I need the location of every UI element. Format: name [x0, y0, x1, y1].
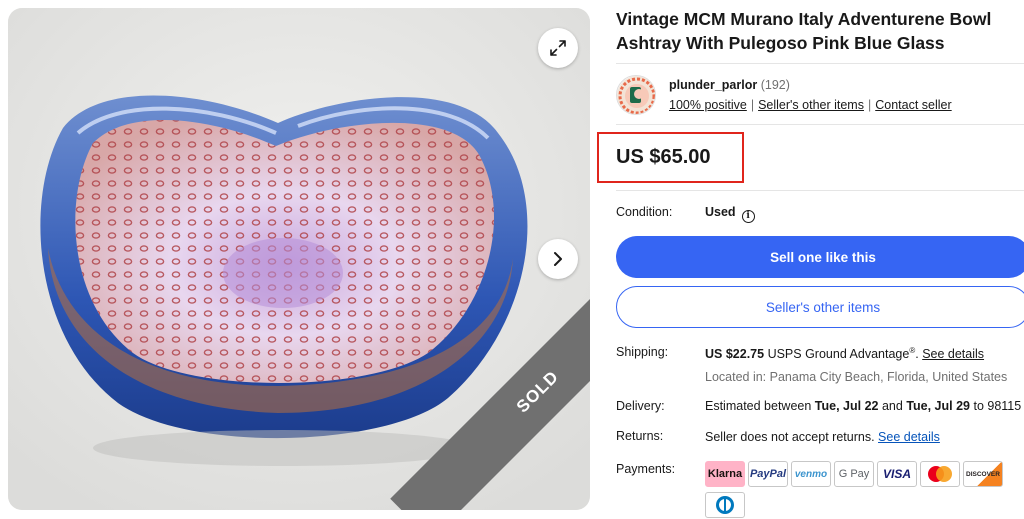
seller-other-items-link[interactable]: Seller's other items: [758, 98, 864, 112]
seller-name-line: plunder_parlor (192): [669, 78, 790, 92]
seller-feedback-count: (192): [760, 78, 790, 92]
klarna-icon: Klarna: [705, 461, 745, 487]
sell-one-like-this-button[interactable]: Sell one like this: [616, 236, 1024, 278]
condition-value-line: Used i: [705, 205, 755, 223]
item-details-panel: Vintage MCM Murano Italy Adventurene Bow…: [597, 0, 1024, 519]
contact-seller-link[interactable]: Contact seller: [875, 98, 951, 112]
delivery-and: and: [881, 399, 903, 413]
expand-icon: [550, 40, 566, 56]
paypal-icon: PayPal: [748, 461, 788, 487]
item-title: Vintage MCM Murano Italy Adventurene Bow…: [616, 9, 992, 53]
diners-club-icon: [705, 492, 745, 518]
shipping-service: USPS Ground Advantage: [767, 347, 910, 362]
returns-value-line: Seller does not accept returns. See deta…: [705, 430, 940, 444]
visa-icon: VISA: [877, 461, 917, 487]
delivery-prefix: Estimated between: [705, 399, 812, 413]
seller-links: 100% positive | Seller's other items | Conta…: [669, 98, 952, 112]
seller-avatar[interactable]: [616, 75, 656, 115]
chevron-right-icon: [554, 252, 562, 266]
condition-value: Used: [705, 205, 736, 219]
expand-button[interactable]: [538, 28, 578, 68]
delivery-start: Tue, Jul 22: [814, 399, 879, 413]
delivery-value-line: Estimated between Tue, Jul 22 and Tue, J…: [705, 399, 1024, 417]
image-gallery[interactable]: SOLD: [8, 8, 590, 510]
venmo-icon: venmo: [791, 461, 831, 487]
diners-club-logo: [716, 496, 734, 514]
next-image-button[interactable]: [538, 239, 578, 279]
seller-name[interactable]: plunder_parlor: [669, 78, 757, 92]
info-icon[interactable]: i: [741, 209, 755, 223]
google-pay-icon: G Pay: [834, 461, 874, 487]
payments-label: Payments:: [616, 462, 676, 476]
seller-avatar-image: [617, 76, 655, 114]
delivery-label: Delivery:: [616, 399, 665, 413]
shipping-label: Shipping:: [616, 345, 669, 359]
shipping-cost: US $22.75: [705, 347, 765, 362]
divider: [616, 124, 1024, 125]
divider: [616, 190, 1024, 191]
seller-positive-link[interactable]: 100% positive: [669, 98, 747, 112]
mastercard-icon: [920, 461, 960, 487]
returns-label: Returns:: [616, 429, 664, 443]
item-price: US $65.00: [616, 146, 711, 168]
condition-label: Condition:: [616, 205, 673, 219]
returns-text: Seller does not accept returns.: [705, 430, 875, 444]
item-location: Located in: Panama City Beach, Florida, …: [705, 370, 1008, 384]
returns-see-details-link[interactable]: See details: [878, 430, 940, 444]
mastercard-logo: [928, 466, 952, 482]
shipping-see-details-link[interactable]: See details: [922, 347, 984, 361]
delivery-zip: to 98115: [973, 399, 1022, 413]
seller-info: plunder_parlor (192) 100% positive | Selle…: [616, 72, 1024, 120]
divider: [616, 63, 1024, 64]
registered-mark: ®: [909, 346, 916, 355]
discover-icon: DISCOVER: [963, 461, 1003, 487]
delivery-end: Tue, Jul 29: [906, 399, 970, 413]
sellers-other-items-button[interactable]: Seller's other items: [616, 286, 1024, 328]
shipping-value-line: US $22.75 USPS Ground Advantage®. See de…: [705, 346, 985, 362]
sold-label: SOLD: [512, 366, 563, 417]
